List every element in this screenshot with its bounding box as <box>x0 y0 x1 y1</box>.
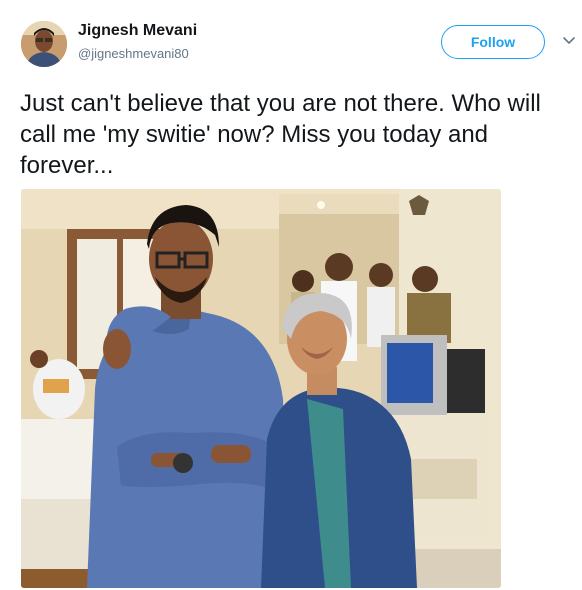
follow-button[interactable]: Follow <box>441 25 545 59</box>
tweet-header: Jignesh Mevani @jigneshmevani80 Follow <box>0 0 582 80</box>
chevron-down-icon[interactable] <box>560 34 578 48</box>
avatar[interactable] <box>21 21 67 67</box>
author-name[interactable]: Jignesh Mevani <box>78 22 197 40</box>
tweet-photo[interactable] <box>21 189 501 588</box>
author-handle[interactable]: @jigneshmevani80 <box>78 46 189 61</box>
tweet-text: Just can't believe that you are not ther… <box>20 90 541 179</box>
